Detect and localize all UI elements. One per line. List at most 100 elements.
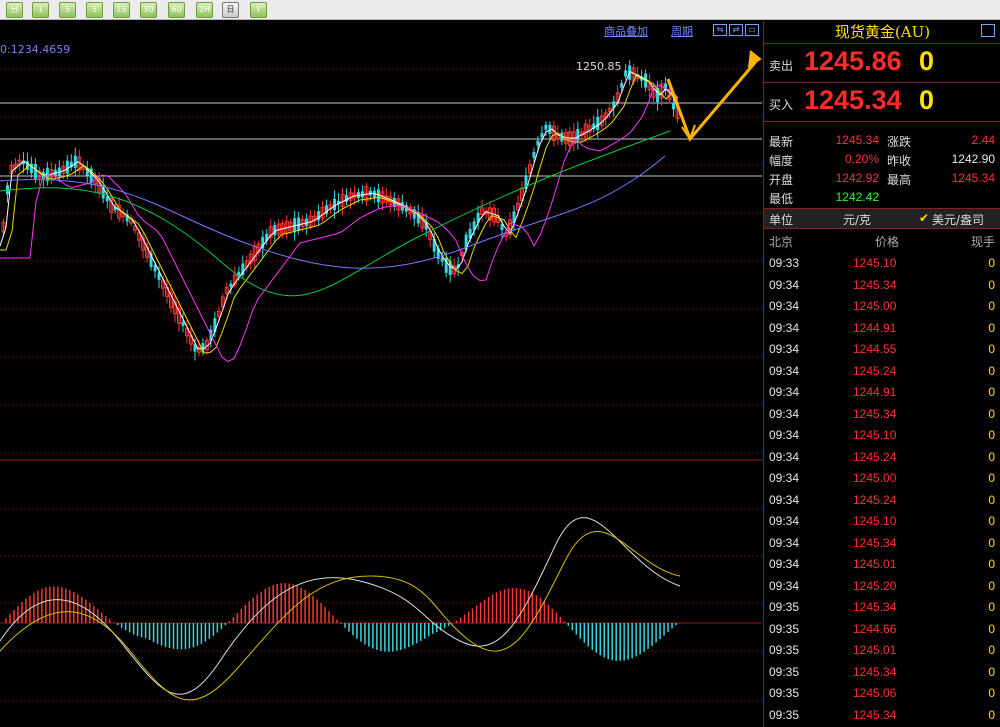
tick-row: 09:34 1245.34 0	[764, 404, 1000, 426]
tick-volume: 0	[988, 277, 995, 292]
stat-row-low: 最低 1242.42	[764, 188, 1000, 207]
sell-volume: 0	[919, 46, 935, 76]
tick-price: 1245.01	[853, 643, 897, 657]
stat-value-change: 2.44	[971, 133, 995, 147]
sell-price: 1245.86	[804, 46, 902, 76]
tick-time: 09:34	[769, 406, 800, 421]
tick-volume: 0	[988, 342, 995, 356]
stat-row-range: 幅度 0.20% 昨收 1242.90	[764, 150, 1000, 169]
buy-price: 1245.34	[804, 85, 902, 115]
candle-body	[333, 198, 337, 211]
tick-row: 09:35 1245.01 0	[764, 640, 1000, 662]
candle-body	[624, 70, 628, 77]
tick-time: 09:35	[769, 686, 800, 700]
tick-time: 09:34	[769, 320, 800, 335]
tick-price: 1245.34	[853, 406, 897, 421]
maximize-icon[interactable]: ▭	[745, 24, 759, 36]
quote-panel: 现货黄金(AU) 卖出 1245.86 0 买入 1245.34 0 最新 12…	[763, 21, 1000, 727]
period-button[interactable]: 5	[59, 2, 76, 18]
tick-volume: 0	[988, 514, 995, 528]
tick-volume: 0	[988, 535, 995, 550]
tick-volume: 0	[988, 449, 995, 464]
tick-row: 09:34 1245.01 0	[764, 554, 1000, 576]
period-button[interactable]: 日	[222, 2, 239, 18]
period-button[interactable]: 分	[6, 2, 23, 18]
kline-chart-area[interactable]: 0:1234.4659 商品叠加 周期 ⇆ ⇄ ▭ 1250.85	[0, 21, 762, 727]
tick-volume: 0	[988, 686, 995, 700]
tick-price: 1245.34	[853, 277, 897, 292]
tile-icon[interactable]: ⇄	[729, 24, 743, 36]
stat-row-open: 开盘 1242.92 最高 1245.34	[764, 169, 1000, 188]
stat-value-open: 1242.92	[835, 171, 879, 185]
unit-label: 单位	[769, 213, 794, 227]
instrument-title: 现货黄金(AU)	[764, 21, 1000, 44]
overlay-commodity-link[interactable]: 商品叠加	[604, 23, 648, 39]
tick-row: 09:35 1245.34 0	[764, 597, 1000, 619]
period-button[interactable]: 2H	[196, 2, 213, 18]
period-button[interactable]: 15	[113, 2, 130, 18]
stat-value-prev-close: 1242.90	[951, 152, 995, 166]
candle-body	[181, 321, 185, 326]
period-button[interactable]: 5	[86, 2, 103, 18]
tick-price: 1245.34	[853, 600, 897, 614]
tick-list: 09:33 1245.10 0 09:34 1245.34 0 09:34 1245.00 0 0…	[764, 253, 1000, 726]
tick-price: 1245.34	[853, 707, 897, 722]
tick-volume: 0	[988, 557, 995, 571]
candle-body	[344, 195, 348, 202]
period-button[interactable]: 30	[140, 2, 157, 18]
tick-price: 1245.00	[853, 471, 897, 485]
tick-volume: 0	[988, 428, 995, 442]
tick-row: 09:35 1245.34 0	[764, 662, 1000, 684]
kline-chart[interactable]	[0, 21, 762, 727]
tick-price: 1245.24	[853, 449, 897, 464]
tick-price: 1244.91	[853, 385, 897, 399]
tick-time: 09:35	[769, 643, 800, 657]
candle-body	[33, 164, 37, 179]
tick-price: 1245.06	[853, 686, 897, 700]
tick-row: 09:34 1245.10 0	[764, 511, 1000, 533]
tick-time: 09:35	[769, 600, 800, 614]
tick-volume: 0	[988, 664, 995, 679]
tick-price: 1244.55	[853, 342, 897, 356]
tick-row: 09:35 1245.06 0	[764, 683, 1000, 705]
period-button[interactable]: 60	[168, 2, 185, 18]
tick-price: 1245.20	[853, 578, 897, 593]
unit-option-usd-oz[interactable]: 美元/盎司	[932, 211, 984, 228]
period-button[interactable]: Y	[250, 2, 267, 18]
period-link[interactable]: 周期	[671, 23, 693, 39]
stat-label: 昨收	[887, 154, 912, 168]
tick-row: 09:34 1244.91 0	[764, 318, 1000, 340]
tick-time: 09:35	[769, 707, 800, 722]
tick-header-price: 价格	[875, 235, 900, 249]
candle-body	[532, 151, 536, 158]
tick-volume: 0	[988, 299, 995, 313]
tick-row: 09:33 1245.10 0	[764, 253, 1000, 275]
period-toolbar: 分 1 5 5 15 30 60 2H 日 Y	[0, 0, 1000, 20]
tick-table-header: 北京 价格 现手	[764, 231, 1000, 251]
unit-selector[interactable]: 单位 元/克 ✔ 美元/盎司	[764, 208, 1000, 229]
tick-volume: 0	[988, 600, 995, 614]
tick-price: 1245.34	[853, 664, 897, 679]
ma20-line	[0, 84, 679, 363]
tick-row: 09:34 1244.91 0	[764, 382, 1000, 404]
candle-body	[544, 124, 548, 130]
panel-window-icon[interactable]	[981, 24, 995, 37]
tick-time: 09:34	[769, 514, 800, 528]
candle-body	[376, 189, 380, 203]
sell-quote-row: 卖出 1245.86 0	[764, 45, 1000, 83]
tick-time: 09:34	[769, 557, 800, 571]
tick-row: 09:34 1245.24 0	[764, 361, 1000, 383]
tick-volume: 0	[988, 643, 995, 657]
check-icon[interactable]: ✔	[919, 211, 929, 225]
stat-value-low: 1242.42	[835, 190, 879, 204]
restore-icon[interactable]: ⇆	[713, 24, 727, 36]
stat-label: 最低	[769, 192, 794, 206]
unit-value: 元/克	[843, 213, 872, 227]
tick-header-city: 北京	[769, 235, 794, 249]
candle-body	[65, 160, 69, 174]
tick-time: 09:34	[769, 471, 800, 485]
stat-value-latest: 1245.34	[835, 133, 879, 147]
candle-body	[536, 140, 540, 146]
tick-time: 09:34	[769, 578, 800, 593]
period-button[interactable]: 1	[32, 2, 49, 18]
